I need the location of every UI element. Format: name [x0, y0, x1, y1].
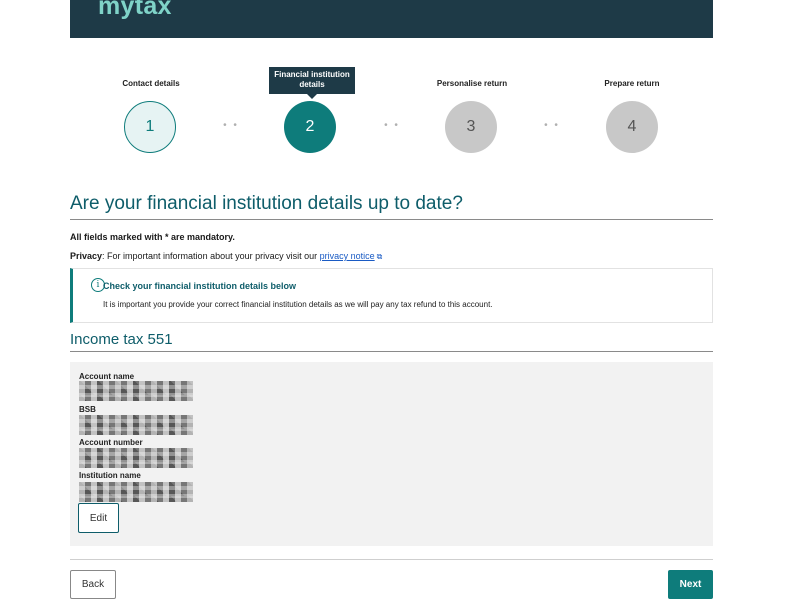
account-name-label: Account name	[79, 372, 135, 381]
step-separator: • •	[544, 120, 560, 131]
financial-details-panel: Account name BSB Account number Institut…	[70, 362, 713, 546]
step-4-circle: 4	[606, 101, 658, 153]
privacy-text: : For important information about your p…	[102, 251, 320, 261]
alert-title: Check your financial institution details…	[103, 281, 297, 291]
mytax-logo[interactable]: mytax	[98, 0, 172, 21]
step-separator: • •	[384, 120, 400, 131]
edit-button[interactable]: Edit	[78, 503, 119, 533]
external-link-icon: ⧉	[376, 252, 383, 261]
section-title: Income tax 551	[70, 331, 173, 348]
mandatory-note: All fields marked with * are mandatory.	[70, 232, 235, 242]
app-header: mytax	[70, 0, 713, 38]
back-button[interactable]: Back	[70, 570, 116, 599]
institution-name-label: Institution name	[79, 471, 141, 480]
account-number-value-redacted	[79, 448, 193, 468]
step-separator: • •	[223, 120, 239, 131]
account-number-label: Account number	[79, 438, 143, 447]
account-name-value-redacted	[79, 381, 193, 401]
step-1-circle[interactable]: 1	[124, 101, 176, 153]
alert-body: It is important you provide your correct…	[103, 300, 493, 309]
privacy-notice-link[interactable]: privacy notice	[320, 251, 375, 261]
step-4-label: Prepare return	[604, 79, 660, 88]
footer-divider	[70, 559, 713, 560]
title-divider	[70, 219, 713, 220]
bsb-value-redacted	[79, 415, 193, 435]
section-divider	[70, 351, 713, 352]
step-3-label: Personalise return	[436, 79, 508, 88]
step-3-circle: 3	[445, 101, 497, 153]
bsb-label: BSB	[79, 405, 96, 414]
step-2-circle: 2	[284, 101, 336, 153]
next-button[interactable]: Next	[668, 570, 713, 599]
page-title: Are your financial institution details u…	[70, 193, 463, 214]
step-1-label: Contact details	[122, 79, 180, 88]
step-2-label: Financial institution details	[269, 67, 355, 99]
privacy-label: Privacy	[70, 251, 103, 261]
institution-name-value-redacted	[79, 482, 193, 502]
privacy-note: Privacy: For important information about…	[70, 251, 382, 262]
info-alert: i Check your financial institution detai…	[70, 268, 713, 323]
